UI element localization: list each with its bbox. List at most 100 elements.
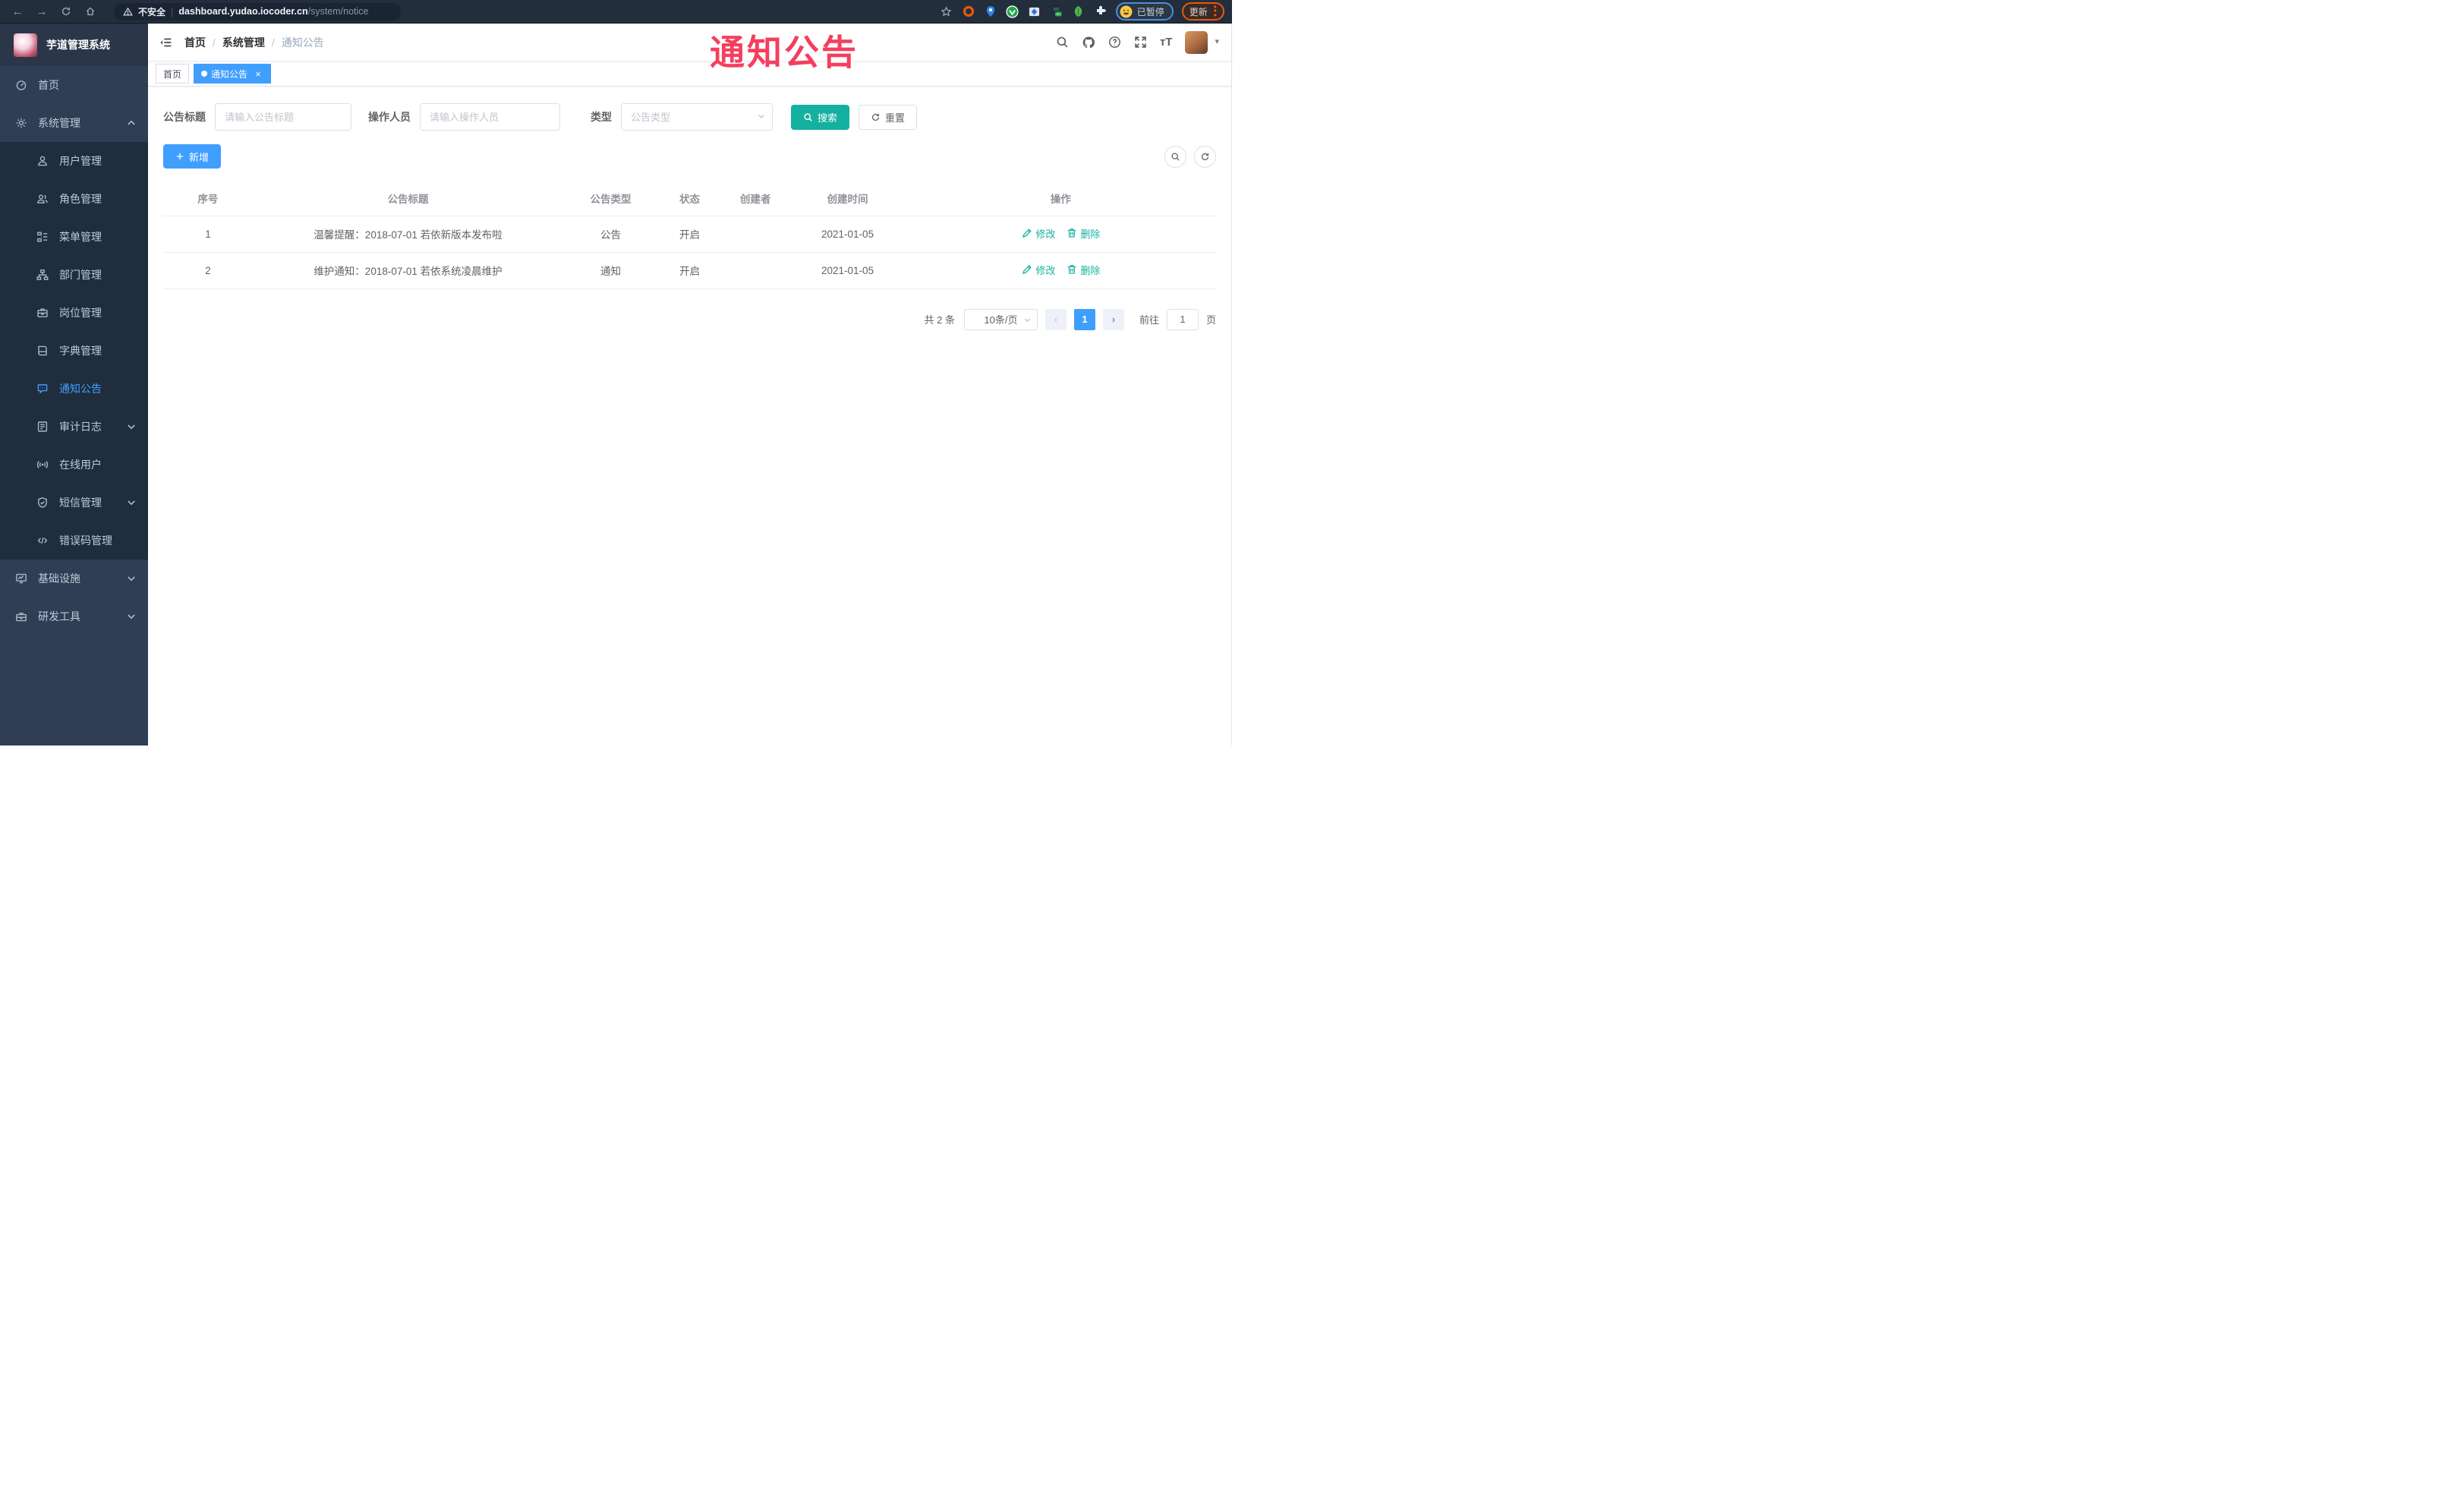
font-size-icon[interactable]: тT [1160,36,1173,48]
breadcrumb: 首页 / 系统管理 / 通知公告 [184,35,324,50]
sidebar-item-部门管理[interactable]: 部门管理 [0,256,148,294]
cell-created: 2021-01-05 [789,252,906,289]
type-select-input[interactable] [621,103,773,131]
chevron-left-icon: ‹ [1054,314,1058,325]
user-avatar[interactable] [1185,30,1208,54]
next-page-button[interactable]: › [1102,308,1124,330]
sidebar-item-基础设施[interactable]: 基础设施 [0,560,148,597]
delete-link[interactable]: 删除 [1066,226,1100,241]
breadcrumb-item-通知公告: 通知公告 [281,36,324,49]
delete-link[interactable]: 删除 [1066,263,1100,277]
close-icon[interactable]: × [253,68,263,80]
column-header-公告标题: 公告标题 [252,181,564,216]
title-filter-input[interactable] [215,103,351,131]
address-bar[interactable]: 不安全 | dashboard.yudao.iocoder.cn/system/… [114,2,401,20]
sidebar-item-短信管理[interactable]: 短信管理 [0,484,148,522]
green-circle-extension-icon[interactable] [1006,5,1019,18]
kebab-menu-icon[interactable]: • • • [1214,2,1217,20]
sidebar-item-通知公告[interactable]: 通知公告 [0,370,148,408]
browser-reload-button[interactable] [56,2,76,20]
cell-no: 2 [163,252,253,289]
logo-image [14,33,37,57]
orange-ring-extension-icon[interactable] [962,5,975,18]
switch-on-extension-icon[interactable]: on [1050,5,1063,18]
breadcrumb-item-首页[interactable]: 首页 [184,35,206,50]
code-icon [36,534,49,547]
title-filter-label: 公告标题 [163,111,206,123]
chevron-down-icon[interactable]: ▾ [1215,38,1219,46]
edit-link[interactable]: 修改 [1021,226,1055,241]
column-header-公告类型: 公告类型 [563,181,658,216]
sidebar-item-label: 字典管理 [59,345,102,357]
page-size-select[interactable]: 10条/页 [963,308,1038,330]
sidebar-item-审计日志[interactable]: 审计日志 [0,408,148,446]
tags-view-bar: 首页 通知公告 × [148,61,1231,87]
fullscreen-icon[interactable] [1134,36,1147,49]
puzzle-extensions-icon[interactable] [1094,5,1108,18]
sidebar-item-研发工具[interactable]: 研发工具 [0,597,148,635]
cell-title: 温馨提醒：2018-07-01 若依新版本发布啦 [252,216,564,253]
sidebar-item-label: 通知公告 [59,383,102,395]
page-number-button[interactable]: 1 [1073,308,1095,330]
sidebar-item-系统管理[interactable]: 系统管理 [0,104,148,142]
sidebar-item-菜单管理[interactable]: 菜单管理 [0,218,148,256]
github-icon[interactable] [1082,36,1095,49]
refresh-table-button[interactable] [1194,145,1216,168]
sidebar-item-label: 角色管理 [59,193,102,205]
type-filter-select[interactable] [621,103,773,131]
toggle-search-button[interactable] [1164,145,1186,168]
help-icon[interactable] [1108,36,1121,49]
notice-table: 序号 公告标题 公告类型 状态 创建者 创建时间 操作 1 温馨提醒：2018-07-01 若… [163,181,1216,289]
cell-created: 2021-01-05 [789,216,906,253]
profile-status-label: 已暂停 [1136,6,1164,17]
bookmark-star-icon[interactable] [940,5,953,18]
sidebar-item-角色管理[interactable]: 角色管理 [0,180,148,218]
page-content: 公告标题 操作人员 类型 搜索 [148,87,1231,746]
browser-forward-button[interactable]: → [32,2,52,20]
security-label: 不安全 [138,6,166,17]
sidebar-item-岗位管理[interactable]: 岗位管理 [0,294,148,332]
edit-link[interactable]: 修改 [1021,263,1055,277]
back-arrow-icon: ← [11,5,24,18]
sidebar-item-label: 岗位管理 [59,307,102,319]
sidebar-collapse-icon[interactable] [159,36,172,49]
header-search-icon[interactable] [1056,36,1069,49]
sidebar-item-label: 菜单管理 [59,231,102,243]
top-navbar: 首页 / 系统管理 / 通知公告 тT ▾ [148,24,1231,61]
tag-label: 通知公告 [211,68,248,80]
browser-profile-chip[interactable]: 已暂停 [1115,2,1174,20]
breadcrumb-item-系统管理[interactable]: 系统管理 [222,35,265,50]
chevron-right-icon: › [1111,314,1116,325]
add-button[interactable]: 新增 [163,144,222,169]
sidebar-item-label: 部门管理 [59,269,102,281]
sidebar-item-首页[interactable]: 首页 [0,66,148,104]
search-button[interactable]: 搜索 [791,104,850,130]
app-title: 芋道管理系统 [46,39,110,51]
sidebar-item-label: 短信管理 [59,496,102,509]
forward-arrow-icon: → [36,5,48,18]
cell-actions: 修改 删除 [905,216,1216,253]
sidebar-item-错误码管理[interactable]: 错误码管理 [0,522,148,560]
sidebar-item-用户管理[interactable]: 用户管理 [0,142,148,180]
infra-icon [15,572,27,585]
tag-首页[interactable]: 首页 [156,64,190,84]
app-logo[interactable]: 芋道管理系统 [0,24,148,66]
blue-diamond-extension-icon[interactable] [1028,5,1041,18]
prev-page-button[interactable]: ‹ [1045,308,1067,330]
edit-pencil-icon [1021,227,1033,239]
browser-update-button[interactable]: 更新 • • • [1181,2,1224,20]
goto-page-input[interactable] [1166,308,1199,330]
sidebar-item-在线用户[interactable]: 在线用户 [0,446,148,484]
cell-status: 开启 [657,252,722,289]
chevron-down-icon [125,421,137,433]
online-user-icon [36,459,49,471]
reset-button[interactable]: 重置 [859,104,918,130]
green-leaf-extension-icon[interactable] [1072,5,1085,18]
tag-通知公告[interactable]: 通知公告 × [194,64,272,84]
refresh-icon [871,112,881,122]
sidebar-item-字典管理[interactable]: 字典管理 [0,332,148,370]
browser-back-button[interactable]: ← [8,2,27,20]
location-pin-extension-icon[interactable] [984,5,997,18]
browser-home-button[interactable] [80,2,100,20]
operator-filter-input[interactable] [420,103,560,131]
